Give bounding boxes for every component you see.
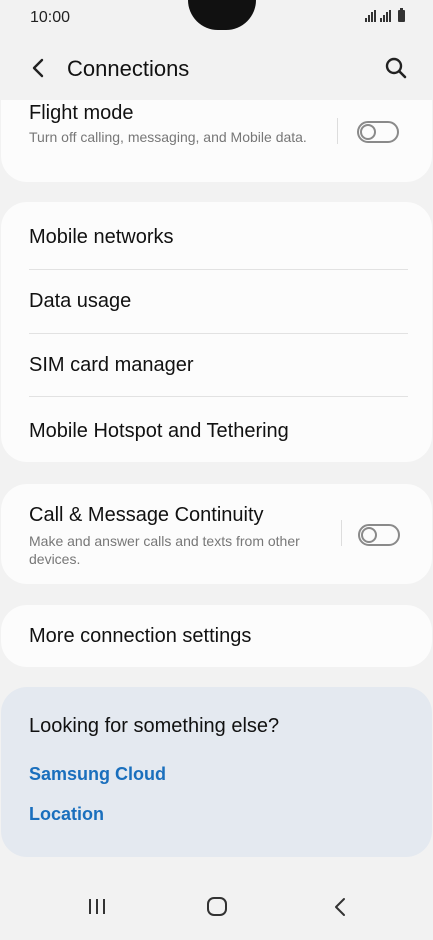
status-bar: 10:00 xyxy=(0,0,433,36)
list-item-label: Data usage xyxy=(29,290,132,312)
toggle-separator xyxy=(337,118,338,144)
suggestions-card: Looking for something else? Samsung Clou… xyxy=(1,687,432,857)
list-item-mobile-hotspot[interactable]: Mobile Hotspot and Tethering xyxy=(1,398,432,462)
list-item-sim-card-manager[interactable]: SIM card manager xyxy=(1,334,432,398)
samsung-cloud-link[interactable]: Samsung Cloud xyxy=(29,764,166,785)
more-settings-label: More connection settings xyxy=(29,625,252,647)
flight-mode-toggle[interactable] xyxy=(357,121,399,143)
continuity-toggle[interactable] xyxy=(358,524,400,546)
recent-apps-icon[interactable] xyxy=(77,892,117,922)
back-arrow-icon[interactable] xyxy=(26,54,52,82)
page-title: Connections xyxy=(67,56,190,81)
home-icon[interactable] xyxy=(197,892,237,922)
divider xyxy=(29,396,408,397)
list-item-label: Mobile networks xyxy=(29,226,174,248)
camera-notch xyxy=(188,0,256,30)
status-time: 10:00 xyxy=(30,9,71,26)
app-header: Connections xyxy=(0,40,433,98)
flight-mode-title: Flight mode xyxy=(29,102,134,124)
continuity-card[interactable]: Call & Message Continuity Make and answe… xyxy=(1,484,432,584)
toggle-separator xyxy=(341,520,342,546)
signal-icon xyxy=(365,10,376,22)
flight-mode-subtitle: Turn off calling, messaging, and Mobile … xyxy=(29,129,307,145)
battery-icon xyxy=(398,8,405,22)
list-item-label: Mobile Hotspot and Tethering xyxy=(29,420,289,442)
search-icon[interactable] xyxy=(383,54,409,82)
continuity-subtitle: Make and answer calls and texts from oth… xyxy=(29,533,300,567)
continuity-title: Call & Message Continuity xyxy=(29,504,264,526)
more-settings-card[interactable]: More connection settings xyxy=(1,605,432,667)
location-link[interactable]: Location xyxy=(29,804,104,825)
back-icon[interactable] xyxy=(320,892,360,922)
list-item-mobile-networks[interactable]: Mobile networks xyxy=(1,206,432,270)
list-item-label: SIM card manager xyxy=(29,354,194,376)
connections-list-card: Mobile networks Data usage SIM card mana… xyxy=(1,202,432,462)
navigation-bar xyxy=(0,870,433,940)
suggestions-heading: Looking for something else? xyxy=(29,715,280,737)
signal-icon-2 xyxy=(380,10,391,22)
list-item-data-usage[interactable]: Data usage xyxy=(1,270,432,334)
flight-mode-card[interactable]: Flight mode Turn off calling, messaging,… xyxy=(1,100,432,182)
settings-list[interactable]: Flight mode Turn off calling, messaging,… xyxy=(0,100,433,870)
status-icons xyxy=(365,8,405,22)
